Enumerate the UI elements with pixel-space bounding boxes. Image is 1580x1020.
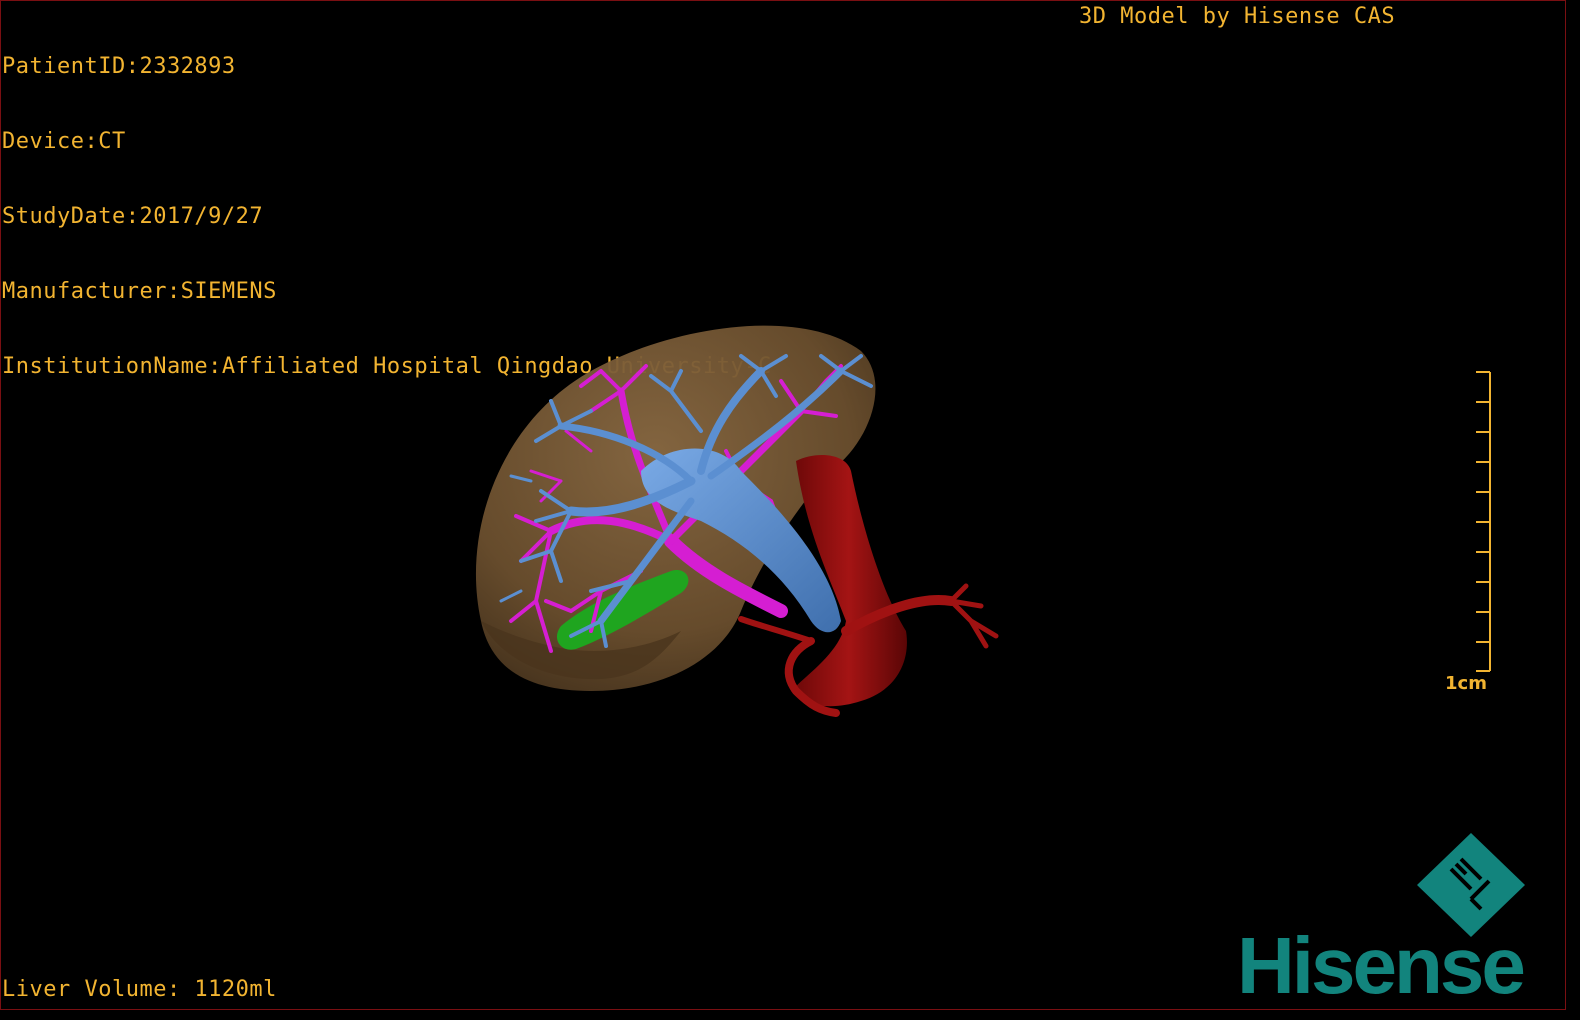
liver-3d-model[interactable] bbox=[441, 301, 1041, 741]
device-text: Device:CT bbox=[2, 129, 126, 154]
scale-bar bbox=[1476, 371, 1491, 672]
model-credit-text: 3D Model by Hisense CAS bbox=[1079, 4, 1396, 29]
3d-viewport[interactable]: PatientID:2332893 Device:CT StudyDate:20… bbox=[0, 0, 1566, 1010]
scale-ruler bbox=[1476, 371, 1491, 672]
scale-label: 1cm bbox=[1445, 673, 1487, 694]
patient-id-text: PatientID:2332893 bbox=[2, 54, 236, 79]
study-date-text: StudyDate:2017/9/27 bbox=[2, 204, 264, 229]
hisense-logo-text: Hisense bbox=[1237, 921, 1526, 1010]
liver-volume-text: Liver Volume: 1120ml bbox=[2, 977, 277, 1002]
